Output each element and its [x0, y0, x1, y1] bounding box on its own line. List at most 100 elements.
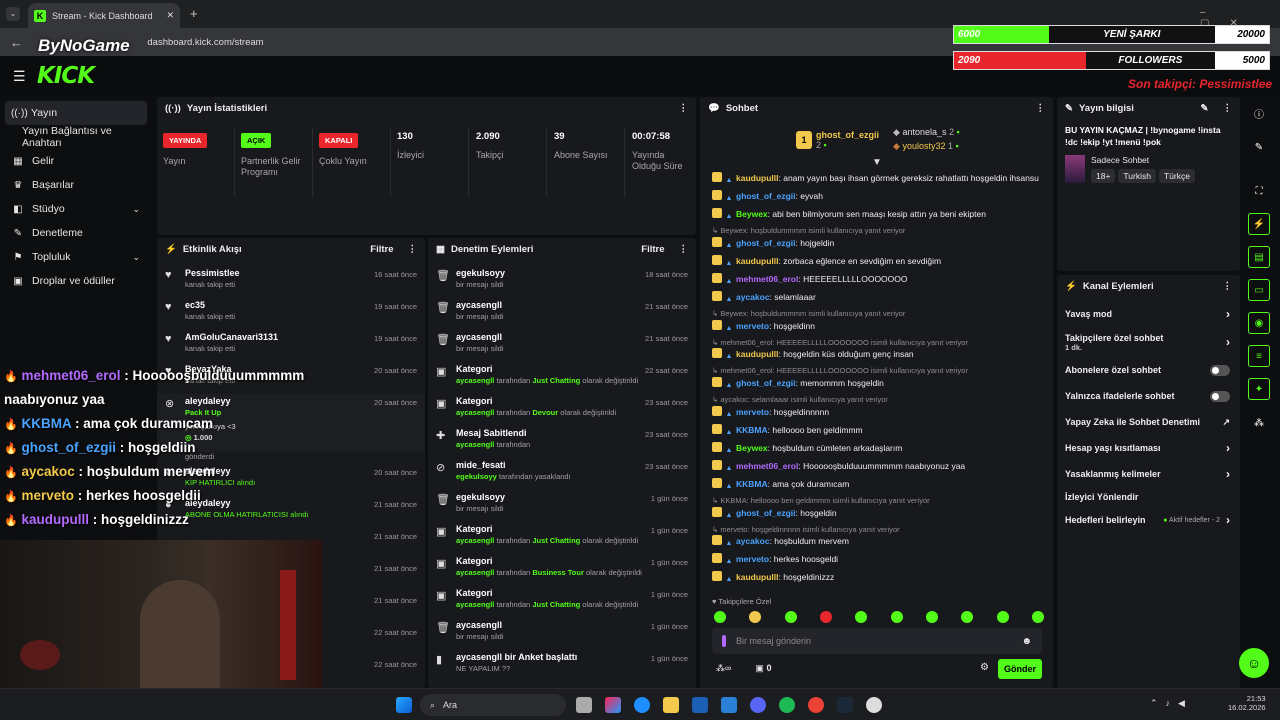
- steam-icon[interactable]: [837, 697, 853, 713]
- subs-only-row[interactable]: Abonelere özel sohbet: [1057, 357, 1240, 383]
- nav-item-gelir[interactable]: ▦ Gelir: [0, 149, 152, 173]
- chat-username[interactable]: ghost_of_ezgii: [736, 238, 796, 248]
- emoji-icon[interactable]: ☻: [1021, 636, 1032, 647]
- chat-username[interactable]: Beywex: [736, 443, 768, 453]
- nav-item-droplar[interactable]: ▣ Droplar ve ödüller: [0, 269, 152, 293]
- nav-item-studyo[interactable]: ◧ Stüdyo ⌄: [0, 197, 152, 221]
- slow-mode-row[interactable]: Yavaş mod ›: [1057, 301, 1240, 327]
- pen-icon[interactable]: ✎: [1248, 136, 1270, 158]
- chat-username[interactable]: ghost_of_ezgii: [736, 191, 796, 201]
- more-icon[interactable]: ⋮: [1223, 281, 1233, 292]
- nav-item-basarilar[interactable]: ♛ Başarılar: [0, 173, 152, 197]
- list-icon[interactable]: ≡: [1248, 345, 1270, 367]
- broadcast-icon[interactable]: ◉: [1248, 312, 1270, 334]
- close-tab-icon[interactable]: ✕: [166, 10, 174, 21]
- copilot-icon[interactable]: [605, 697, 621, 713]
- chat-username[interactable]: KKBMA: [736, 425, 768, 435]
- chat-username[interactable]: kaudupulll: [736, 173, 779, 183]
- fullscreen-icon[interactable]: ⛶: [1248, 180, 1270, 202]
- chat-username[interactable]: KKBMA: [736, 479, 768, 489]
- goals-row[interactable]: Hedefleri belirleyin ● Aktif hedefler - 2…: [1057, 507, 1240, 533]
- kick-logo[interactable]: KICK: [37, 63, 95, 89]
- back-arrow-icon[interactable]: ←: [10, 35, 23, 50]
- chat-username[interactable]: aycakoc: [736, 292, 770, 302]
- document-icon[interactable]: ▤: [1248, 246, 1270, 268]
- top-gifter-name[interactable]: youlosty32: [902, 141, 945, 151]
- browser-tab[interactable]: K Stream - Kick Dashboard ✕: [28, 3, 180, 28]
- explorer-icon[interactable]: [663, 697, 679, 713]
- menu-icon[interactable]: ☰: [13, 68, 26, 85]
- more-icon[interactable]: ⋮: [1223, 103, 1233, 114]
- edge-icon[interactable]: [634, 697, 650, 713]
- help-chat-icon[interactable]: ☺: [1239, 648, 1269, 678]
- emote-icon[interactable]: [714, 611, 726, 623]
- collapse-pinned-icon[interactable]: ▼: [872, 157, 882, 168]
- obs-icon[interactable]: [866, 697, 882, 713]
- chat-username[interactable]: ghost_of_ezgii: [736, 378, 796, 388]
- mail-icon[interactable]: [721, 697, 737, 713]
- points-display[interactable]: ▣ 0: [755, 663, 771, 674]
- moderation-filter-button[interactable]: Filtre: [641, 244, 664, 255]
- emote-icon[interactable]: [996, 611, 1009, 623]
- emote-icon[interactable]: [961, 611, 974, 623]
- info-icon[interactable]: ⓘ: [1248, 102, 1270, 124]
- chat-username[interactable]: kaudupulll: [736, 349, 779, 359]
- more-icon[interactable]: ⋮: [1036, 103, 1046, 114]
- emote-icon[interactable]: [784, 611, 797, 623]
- more-icon[interactable]: ⋮: [679, 244, 689, 255]
- clock[interactable]: 21:53 16.02.2026: [1228, 694, 1266, 712]
- start-icon[interactable]: [396, 697, 412, 713]
- chat-username[interactable]: Beywex: [736, 209, 768, 219]
- chat-input[interactable]: Bir mesaj gönderin ☻: [712, 628, 1042, 654]
- new-tab-button[interactable]: +: [190, 6, 198, 21]
- followers-only-row[interactable]: Takipçilere özel sohbet 1 dk. ›: [1057, 327, 1240, 357]
- chat-username[interactable]: kaudupulll: [736, 572, 779, 582]
- chat-username[interactable]: kaudupulll: [736, 256, 779, 266]
- chat-username[interactable]: merveto: [736, 321, 769, 331]
- nav-item-topluluk[interactable]: ⚑ Topluluk ⌄: [0, 245, 152, 269]
- tab-list-icon[interactable]: ⌄: [6, 7, 20, 21]
- more-icon[interactable]: ⋮: [679, 103, 689, 114]
- emote-icon[interactable]: [890, 611, 903, 623]
- emote-icon[interactable]: [819, 611, 832, 623]
- discord-icon[interactable]: [750, 697, 766, 713]
- puzzle-icon[interactable]: ⁂: [1248, 412, 1270, 434]
- tray-icons[interactable]: ⌃♪◀: [1150, 698, 1193, 709]
- emote-icon[interactable]: [925, 611, 938, 623]
- chrome-icon[interactable]: [808, 697, 824, 713]
- send-button[interactable]: Gönder: [998, 659, 1042, 679]
- url-field[interactable]: dashboard.kick.com/stream: [147, 37, 263, 48]
- emote-only-toggle[interactable]: [1210, 390, 1230, 402]
- banned-words-row[interactable]: Yasaklanmış kelimeler ›: [1057, 461, 1240, 487]
- chat-username[interactable]: merveto: [736, 407, 769, 417]
- store-icon[interactable]: [692, 697, 708, 713]
- more-icon[interactable]: ⋮: [408, 244, 418, 255]
- taskview-icon[interactable]: [576, 697, 592, 713]
- spotify-icon[interactable]: [779, 697, 795, 713]
- lightning-icon[interactable]: ⚡: [1248, 213, 1270, 235]
- channel-points-icon[interactable]: ⁂∞: [716, 663, 731, 674]
- chat-username[interactable]: mehmet06_erol: [736, 274, 798, 284]
- chat-username[interactable]: mehmet06_erol: [736, 461, 798, 471]
- emote-icon[interactable]: [855, 611, 868, 623]
- taskbar-search[interactable]: ⌕ Ara: [420, 694, 566, 716]
- nav-item-denetleme[interactable]: ✎ Denetleme: [0, 221, 152, 245]
- chat-username[interactable]: merveto: [736, 554, 769, 564]
- chat-username[interactable]: aycakoc: [736, 536, 770, 546]
- edit-icon[interactable]: ✎: [1201, 103, 1209, 114]
- redirect-viewers-row[interactable]: İzleyici Yönlendir: [1057, 487, 1240, 507]
- emote-icon[interactable]: [749, 611, 762, 623]
- nav-item-yayin[interactable]: ((·)) Yayın: [5, 101, 147, 125]
- chat-settings-icon[interactable]: ⚙: [980, 662, 989, 673]
- account-age-row[interactable]: Hesap yaşı kısıtlaması ›: [1057, 435, 1240, 461]
- category-thumbnail[interactable]: [1065, 154, 1085, 183]
- emote-only-row[interactable]: Yalnızca ifadelerle sohbet: [1057, 383, 1240, 409]
- activity-filter-button[interactable]: Filtre: [370, 244, 393, 255]
- nav-item-stream-key[interactable]: Yayın Bağlantısı ve Anahtarı: [0, 125, 152, 149]
- stream-category[interactable]: Sadece Sohbet: [1091, 155, 1198, 165]
- top-gifter-name[interactable]: ghost_of_ezgii: [816, 130, 879, 140]
- emote-icon[interactable]: [1031, 611, 1044, 623]
- ai-moderation-row[interactable]: Yapay Zeka ile Sohbet Denetimi ↗: [1057, 409, 1240, 435]
- chat-username[interactable]: ghost_of_ezgii: [736, 508, 796, 518]
- chat-icon[interactable]: ▭: [1248, 279, 1270, 301]
